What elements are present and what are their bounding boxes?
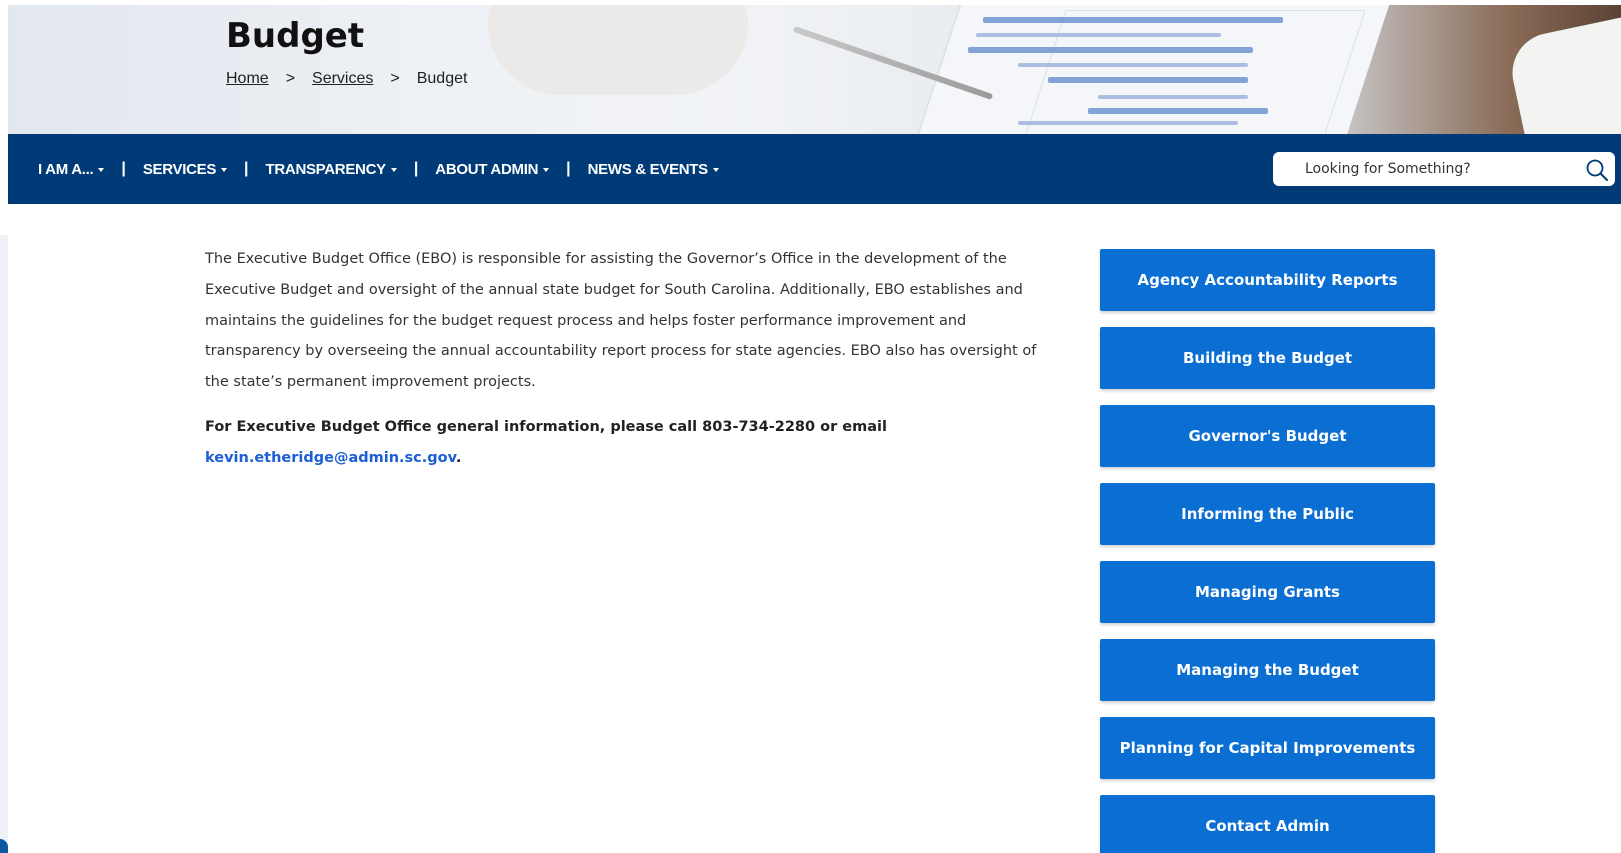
governors-budget-button[interactable]: Governor's Budget	[1100, 405, 1435, 467]
hero-chart-bar	[968, 47, 1253, 53]
main-content: The Executive Budget Office (EBO) is res…	[205, 244, 1045, 474]
nav-divider: |	[121, 160, 126, 177]
nav-item-transparency[interactable]: TRANSPARENCY	[266, 161, 397, 178]
contact-paragraph: For Executive Budget Office general info…	[205, 412, 1045, 474]
nav-menu: I AM A... | SERVICES | TRANSPARENCY | AB…	[38, 134, 719, 204]
hero-chart-bar	[976, 33, 1221, 37]
search-box	[1273, 152, 1615, 186]
search-input[interactable]	[1273, 152, 1563, 186]
main-navbar: I AM A... | SERVICES | TRANSPARENCY | AB…	[8, 134, 1621, 204]
caret-down-icon	[390, 167, 397, 172]
nav-item-i-am-a[interactable]: I AM A...	[38, 160, 105, 178]
nav-item-label: TRANSPARENCY	[265, 160, 387, 178]
hero-hand-image	[488, 5, 748, 95]
contact-text: For Executive Budget Office general info…	[205, 418, 887, 435]
managing-the-budget-button[interactable]: Managing the Budget	[1100, 639, 1435, 701]
hero-chart-bar	[1018, 63, 1248, 67]
breadcrumb-current: Budget	[416, 70, 468, 87]
contact-admin-button[interactable]: Contact Admin	[1100, 795, 1435, 853]
nav-item-label: SERVICES	[142, 160, 217, 178]
breadcrumb-services-link[interactable]: Services	[312, 70, 373, 88]
hero-chart-bar	[1088, 108, 1268, 114]
nav-divider: |	[413, 160, 419, 177]
intro-paragraph: The Executive Budget Office (EBO) is res…	[205, 251, 1037, 391]
breadcrumb-separator: >	[390, 70, 400, 87]
hero-chart-bar	[1098, 95, 1248, 99]
left-edge-strip	[0, 0, 8, 853]
breadcrumb-separator: >	[285, 70, 296, 87]
hero-chart-sheet	[1020, 10, 1366, 134]
building-the-budget-button[interactable]: Building the Budget	[1100, 327, 1435, 389]
breadcrumb: Home > Services > Budget	[226, 70, 467, 88]
hero-chart-bar	[983, 17, 1283, 23]
sidebar-links: Agency Accountability Reports Building t…	[1100, 249, 1435, 853]
nav-item-label: I AM A...	[38, 160, 94, 178]
nav-item-about-admin[interactable]: ABOUT ADMIN	[435, 160, 550, 178]
search-icon[interactable]	[1585, 158, 1609, 182]
contact-period: .	[455, 449, 462, 466]
nav-item-services[interactable]: SERVICES	[142, 160, 228, 178]
breadcrumb-home-link[interactable]: Home	[226, 70, 269, 88]
nav-item-label: ABOUT ADMIN	[435, 160, 539, 178]
page-title: Budget	[226, 16, 365, 56]
planning-capital-improvements-button[interactable]: Planning for Capital Improvements	[1100, 717, 1435, 779]
informing-the-public-button[interactable]: Informing the Public	[1100, 483, 1435, 545]
nav-divider: |	[566, 160, 571, 177]
hero-chart-bar	[1048, 77, 1248, 83]
nav-item-news-events[interactable]: NEWS & EVENTS	[588, 161, 719, 178]
agency-accountability-reports-button[interactable]: Agency Accountability Reports	[1100, 249, 1435, 311]
caret-down-icon	[712, 167, 719, 172]
caret-down-icon	[221, 167, 228, 172]
contact-email-link[interactable]: kevin.etheridge@admin.sc.gov	[205, 450, 456, 466]
nav-divider: |	[244, 160, 249, 177]
caret-down-icon	[543, 167, 550, 172]
nav-item-label: NEWS & EVENTS	[587, 160, 709, 178]
hero-cup-image	[1505, 10, 1621, 134]
left-edge-shade	[0, 235, 8, 853]
hero-chart-bar	[1018, 121, 1238, 125]
caret-down-icon	[98, 167, 105, 172]
managing-grants-button[interactable]: Managing Grants	[1100, 561, 1435, 623]
